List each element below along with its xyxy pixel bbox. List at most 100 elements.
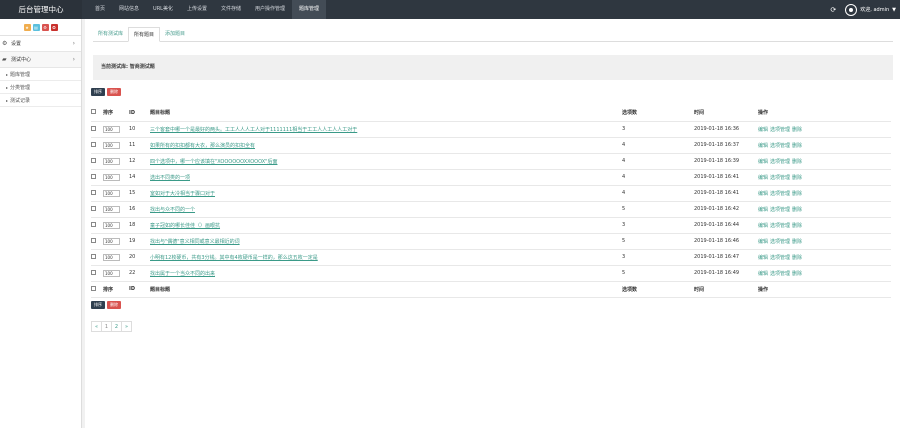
nav-item-0[interactable]: 首页 <box>88 0 112 19</box>
edit-link[interactable]: 编辑 <box>758 127 768 133</box>
sidebar-item-quiz-center[interactable]: ▰ 测试中心 › <box>0 52 81 68</box>
question-title-link[interactable]: 三个客套中哪一个是最好的两头。工工人人人工人对于1111111相当于工工人人工人… <box>150 127 357 133</box>
delete-link[interactable]: 删除 <box>792 143 802 149</box>
options-link[interactable]: 选项管理 <box>770 271 790 277</box>
nav-item-3[interactable]: 上传设置 <box>180 0 214 19</box>
sidebar-sub-question-bank[interactable]: ▸ 题库管理 <box>0 68 81 81</box>
row-id: 20 <box>129 249 150 266</box>
delete-link[interactable]: 删除 <box>792 175 802 181</box>
edit-link[interactable]: 编辑 <box>758 159 768 165</box>
row-checkbox[interactable] <box>91 141 96 147</box>
sort-input[interactable] <box>103 173 120 181</box>
top-nav: 首页 网站信息 URL美化 上传设置 文件存储 用户操作管理 题库管理 <box>88 0 327 19</box>
sidebar-item-settings[interactable]: ⚙ 设置 › <box>0 36 81 52</box>
question-title-link[interactable]: 选出不同类的一项 <box>150 175 190 181</box>
row-checkbox[interactable] <box>91 125 96 131</box>
row-checkbox[interactable] <box>91 269 96 275</box>
nav-item-2[interactable]: URL美化 <box>146 0 180 19</box>
row-checkbox[interactable] <box>91 253 96 259</box>
sort-input[interactable] <box>103 221 120 229</box>
sidebar-sub-test-records[interactable]: ▸ 测试记录 <box>0 94 81 107</box>
star-icon[interactable]: ★ <box>23 23 31 31</box>
tab-all-libraries[interactable]: 所有测试库 <box>93 27 128 41</box>
edit-link[interactable]: 编辑 <box>758 191 768 197</box>
question-title-link[interactable]: 童子冠如的哪长佳佳（）画眼抗 <box>150 223 220 229</box>
sort-input[interactable] <box>103 189 120 197</box>
options-link[interactable]: 选项管理 <box>770 143 790 149</box>
user-menu[interactable]: 欢迎, admin ▼ <box>845 3 896 16</box>
sort-input[interactable] <box>103 269 120 277</box>
options-link[interactable]: 选项管理 <box>770 159 790 165</box>
page-next[interactable]: » <box>121 321 132 332</box>
caret-right-icon: ▸ <box>6 85 9 90</box>
delete-link[interactable]: 删除 <box>792 223 802 229</box>
tab-all-questions[interactable]: 所有题目 <box>128 27 161 42</box>
sort-input[interactable] <box>103 253 120 261</box>
question-title-link[interactable]: 找出与"偶德"意义相同或意义最相近的词 <box>150 239 240 245</box>
gear-icon[interactable]: ⚙ <box>41 23 49 31</box>
delete-button[interactable]: 删除 <box>107 88 121 96</box>
edit-link[interactable]: 编辑 <box>758 175 768 181</box>
delete-link[interactable]: 删除 <box>792 239 802 245</box>
row-ops: 编辑 选项管理 删除 <box>758 137 891 154</box>
sidebar-sub-categories[interactable]: ▸ 分类管理 <box>0 81 81 94</box>
row-time: 2019-01-18 16:41 <box>694 169 758 186</box>
question-title-link[interactable]: 如果所有的扣扣都有大衣，那么演员的扣扣全有 <box>150 143 255 149</box>
row-checkbox[interactable] <box>91 189 96 195</box>
row-id: 12 <box>129 153 150 170</box>
delete-link[interactable]: 删除 <box>792 191 802 197</box>
settings-icon[interactable]: ✪ <box>50 23 58 31</box>
edit-link[interactable]: 编辑 <box>758 271 768 277</box>
options-link[interactable]: 选项管理 <box>770 255 790 261</box>
nav-item-4[interactable]: 文件存储 <box>214 0 248 19</box>
options-link[interactable]: 选项管理 <box>770 239 790 245</box>
sort-input[interactable] <box>103 237 120 245</box>
sort-input[interactable] <box>103 205 120 213</box>
caret-right-icon: ▸ <box>6 72 9 77</box>
row-checkbox[interactable] <box>91 221 96 227</box>
question-title-link[interactable]: 找出属于一个当众不同的出来 <box>150 271 215 277</box>
col-time: 时间 <box>694 105 758 122</box>
delete-button[interactable]: 删除 <box>107 301 121 309</box>
options-link[interactable]: 选项管理 <box>770 223 790 229</box>
row-checkbox[interactable] <box>91 237 96 243</box>
delete-link[interactable]: 删除 <box>792 127 802 133</box>
delete-link[interactable]: 删除 <box>792 207 802 213</box>
delete-link[interactable]: 删除 <box>792 255 802 261</box>
document-icon[interactable]: ▤ <box>32 23 40 31</box>
edit-link[interactable]: 编辑 <box>758 143 768 149</box>
row-ops: 编辑 选项管理 删除 <box>758 217 891 234</box>
nav-item-5[interactable]: 用户操作管理 <box>248 0 292 19</box>
select-all-checkbox[interactable] <box>91 109 96 115</box>
sidebar-item-label: 设置 <box>11 40 22 47</box>
row-checkbox[interactable] <box>91 173 96 179</box>
sort-button[interactable]: 排序 <box>91 301 105 309</box>
sort-input[interactable] <box>103 141 120 149</box>
chevron-down-icon: ▼ <box>892 6 896 13</box>
row-ops: 编辑 选项管理 删除 <box>758 169 891 186</box>
row-checkbox[interactable] <box>91 157 96 163</box>
sort-button[interactable]: 排序 <box>91 88 105 96</box>
row-checkbox[interactable] <box>91 205 96 211</box>
edit-link[interactable]: 编辑 <box>758 239 768 245</box>
options-link[interactable]: 选项管理 <box>770 175 790 181</box>
sort-input[interactable] <box>103 157 120 165</box>
delete-link[interactable]: 删除 <box>792 159 802 165</box>
refresh-icon[interactable]: ⟳ <box>830 6 836 14</box>
options-link[interactable]: 选项管理 <box>770 207 790 213</box>
question-title-link[interactable]: 找出与众不同的一个 <box>150 207 195 213</box>
options-link[interactable]: 选项管理 <box>770 191 790 197</box>
question-title-link[interactable]: 小明有12枚硬币，共有3分钱。其中有4枚硬币是一样的，那么这五枚一定是 <box>150 255 318 261</box>
select-all-checkbox[interactable] <box>91 285 96 291</box>
options-link[interactable]: 选项管理 <box>770 127 790 133</box>
edit-link[interactable]: 编辑 <box>758 223 768 229</box>
nav-item-1[interactable]: 网站信息 <box>112 0 146 19</box>
nav-item-6[interactable]: 题库管理 <box>292 0 327 19</box>
edit-link[interactable]: 编辑 <box>758 255 768 261</box>
sort-input[interactable] <box>103 125 120 133</box>
delete-link[interactable]: 删除 <box>792 271 802 277</box>
edit-link[interactable]: 编辑 <box>758 207 768 213</box>
question-title-link[interactable]: 四个选项中，哪一个应该填在"XOOOOOOXXOOOX"后面 <box>150 159 277 165</box>
question-title-link[interactable]: 室如对于大冷相当于骤口对于 <box>150 191 215 197</box>
tab-add-question[interactable]: 添加题目 <box>160 27 190 41</box>
